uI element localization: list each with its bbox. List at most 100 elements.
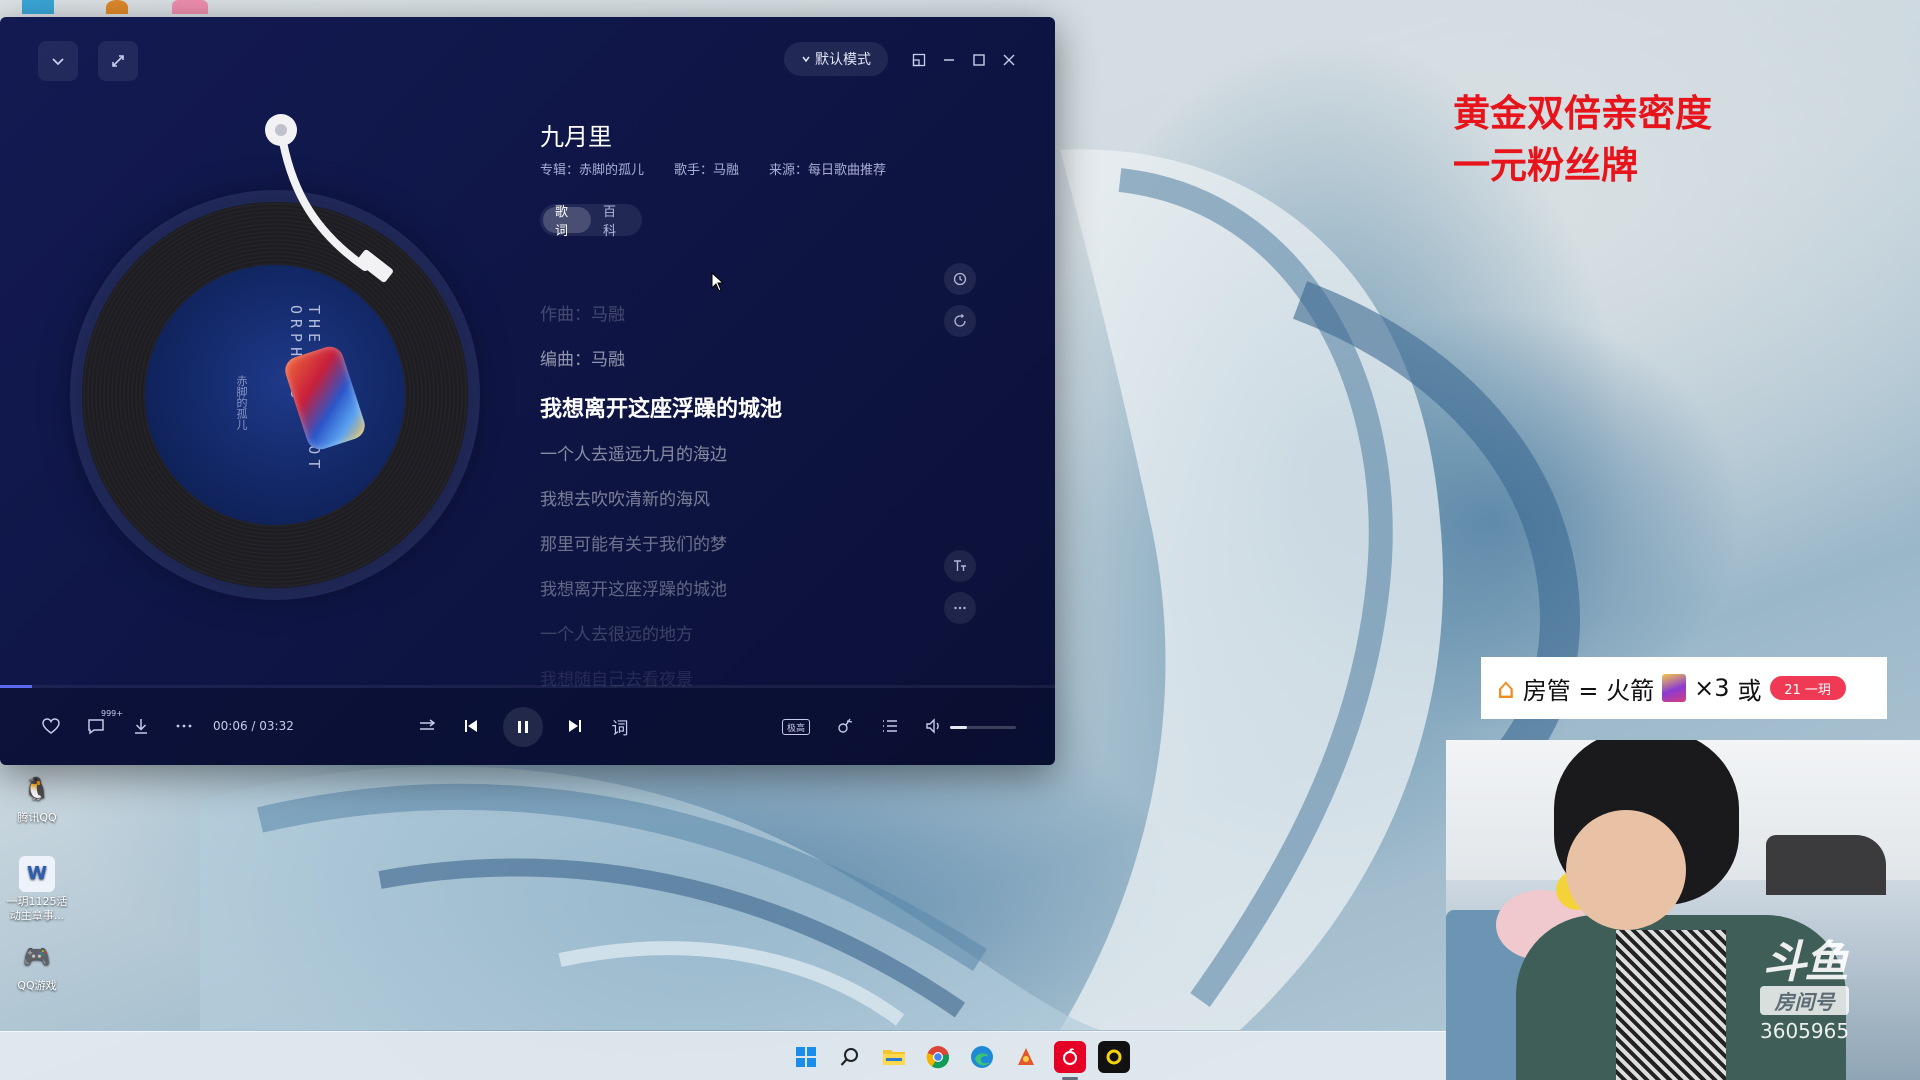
music-player-window: 默认模式 THE BAREFOOT ORPHANS 赤脚的孤儿 九月里 专辑：赤…: [0, 17, 1055, 765]
previous-track-button[interactable]: [455, 710, 487, 742]
fullscreen-button[interactable]: [98, 41, 138, 81]
lyrics-wiki-tabs: 歌词 百科: [540, 204, 642, 239]
volume-button[interactable]: [918, 710, 950, 742]
top-window-stub: [172, 0, 208, 14]
taskbar-file-explorer[interactable]: [878, 1041, 910, 1073]
minimize-button[interactable]: [937, 48, 961, 72]
close-button[interactable]: [997, 48, 1021, 72]
yellow-ring-app-icon: [1106, 1049, 1122, 1065]
webcam-chair: [1766, 835, 1886, 895]
play-mode-dropdown[interactable]: 默认模式: [784, 42, 888, 76]
edge-icon: [971, 1046, 993, 1068]
lyric-line: 一个人去很远的地方: [540, 625, 693, 645]
playback-control-bar: 999+ 00:06 / 03:32 词 极高: [0, 688, 1055, 765]
comment-count-badge: 999+: [101, 709, 123, 718]
top-window-stub: [22, 0, 54, 14]
lyric-line: 那里可能有关于我们的梦: [540, 535, 727, 555]
chevron-down-icon: [802, 56, 810, 63]
search-icon: [840, 1048, 858, 1066]
tab-lyrics[interactable]: 歌词: [543, 205, 591, 239]
taskbar-edge[interactable]: [966, 1041, 998, 1073]
heart-icon: [42, 718, 60, 734]
streamer-face: [1566, 810, 1686, 930]
playback-time: 00:06 / 03:32: [213, 719, 294, 733]
house-icon: ⌂: [1497, 671, 1515, 705]
rule-text: 房管 = 火箭: [1522, 676, 1655, 705]
like-button[interactable]: [35, 710, 67, 742]
lyric-history-button[interactable]: [944, 263, 976, 295]
lyrics-panel[interactable]: 作曲：马融 编曲：马融 我想离开这座浮躁的城池 一个人去遥远九月的海边 我想去吹…: [540, 287, 940, 691]
desktop-icon-qq[interactable]: 🐧 腾讯QQ: [6, 772, 68, 825]
sound-effect-button[interactable]: [829, 710, 861, 742]
lyric-line-current: 我想离开这座浮躁的城池: [540, 397, 783, 422]
lyric-line: 作曲：马融: [540, 305, 625, 325]
start-button[interactable]: [790, 1041, 822, 1073]
album-cover-title-cn: 赤脚的孤儿: [235, 375, 248, 430]
comment-icon: [88, 719, 104, 735]
desktop-lyrics-toggle[interactable]: 词: [604, 710, 636, 742]
volume-icon: [926, 718, 939, 734]
volume-slider-fill: [950, 726, 967, 729]
folder-icon: [883, 1050, 905, 1065]
desktop-icon-qqgame[interactable]: 🎮 QQ游戏: [6, 940, 68, 993]
more-icon: [176, 724, 192, 728]
qq-game-icon: 🎮: [23, 945, 51, 970]
close-icon: [1003, 54, 1015, 66]
previous-icon: [465, 720, 477, 732]
taskbar-chrome[interactable]: [922, 1041, 954, 1073]
playlist-button[interactable]: [874, 710, 906, 742]
pause-button[interactable]: [503, 707, 543, 747]
lyric-line: 编曲：马融: [540, 350, 625, 370]
lyric-font-button[interactable]: [944, 550, 976, 582]
expand-icon: [112, 55, 124, 67]
taskbar-search-button[interactable]: [834, 1041, 866, 1073]
download-button[interactable]: [125, 710, 157, 742]
douyu-logo: 斗鱼: [1762, 937, 1849, 988]
windows-taskbar: [0, 1031, 1446, 1080]
pause-icon: [518, 721, 528, 733]
lyric-sync-button[interactable]: [944, 305, 976, 337]
album-link[interactable]: 专辑：赤脚的孤儿: [540, 159, 644, 178]
top-window-stub: [106, 0, 128, 14]
source-link[interactable]: 来源：每日歌曲推荐: [769, 159, 886, 178]
room-number-label: 房间号: [1760, 986, 1850, 1015]
mini-mode-button[interactable]: [907, 48, 931, 72]
next-track-button[interactable]: [559, 710, 591, 742]
collapse-player-button[interactable]: [38, 41, 78, 81]
more-actions-button[interactable]: [168, 710, 200, 742]
taskbar-game-app[interactable]: [1010, 1041, 1042, 1073]
desktop-icon-label: 腾讯QQ: [17, 811, 57, 824]
tonearm: [265, 114, 393, 283]
fan-badge: 21 一玥: [1769, 676, 1846, 700]
douyu-watermark: 斗鱼 房间号 3605965: [1760, 937, 1850, 1043]
rule-or: 或: [1737, 676, 1762, 705]
repeat-mode-button[interactable]: [411, 710, 443, 742]
tab-wiki[interactable]: 百科: [591, 205, 639, 239]
word-document-icon: W: [19, 856, 55, 892]
desktop-icon-label: 一玥1125活动主章事...: [6, 895, 68, 922]
volume-slider[interactable]: [950, 726, 1016, 729]
maximize-button[interactable]: [967, 48, 991, 72]
lyric-more-button[interactable]: [944, 592, 976, 624]
refresh-icon: [954, 314, 966, 327]
room-number: 3605965: [1760, 1019, 1850, 1043]
lyric-line: 我想离开这座浮躁的城池: [540, 580, 727, 600]
play-mode-label: 默认模式: [815, 52, 871, 68]
desktop-icon-label: QQ游戏: [17, 979, 57, 992]
history-icon: [953, 272, 967, 286]
download-icon: [135, 719, 147, 734]
taskbar-yellow-app[interactable]: [1098, 1041, 1130, 1073]
promo-line: 一元粉丝牌: [1453, 144, 1638, 187]
font-size-icon: [954, 560, 966, 571]
rule-multiplier: ×3: [1694, 674, 1730, 702]
playlist-icon: [883, 720, 897, 732]
sound-quality-button[interactable]: 极高: [782, 719, 810, 735]
promo-line: 黄金双倍亲密度: [1453, 92, 1712, 135]
next-icon: [569, 720, 581, 732]
maximize-icon: [973, 54, 985, 66]
repeat-icon: [420, 719, 436, 730]
minimize-icon: [944, 59, 954, 61]
taskbar-netease-music[interactable]: [1054, 1041, 1086, 1073]
desktop-icon-doc[interactable]: W 一玥1125活动主章事...: [6, 856, 68, 923]
artist-link[interactable]: 歌手：马融: [674, 159, 739, 178]
